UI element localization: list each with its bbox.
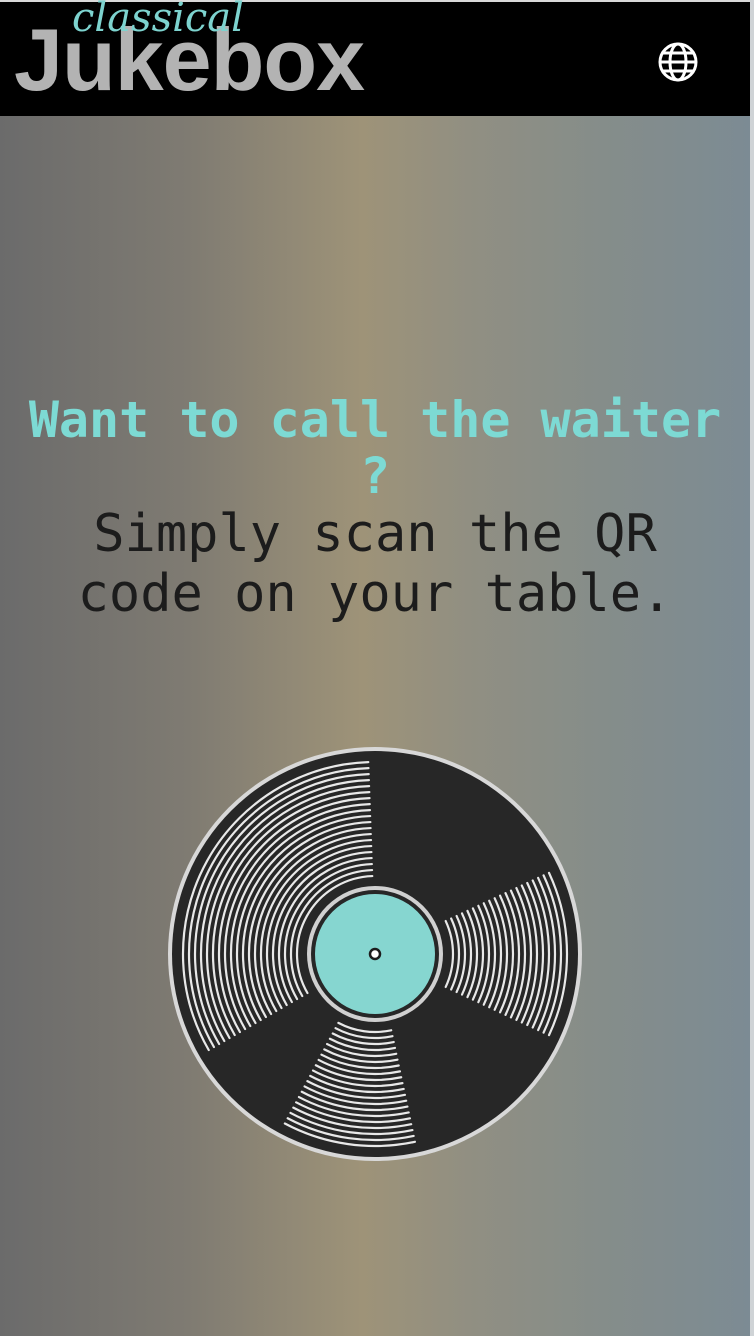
language-button[interactable]: [656, 40, 700, 84]
logo-script-text: classical: [72, 0, 244, 41]
globe-icon: [658, 42, 698, 82]
app-header: Jukebox classical: [0, 0, 750, 116]
headline-instruction: Simply scan the QR code on your table.: [77, 504, 673, 624]
vinyl-record-icon: [168, 747, 582, 1161]
page-edge: [750, 0, 754, 1336]
call-waiter-message: Want to call the waiter ? Simply scan th…: [20, 392, 730, 624]
logo[interactable]: Jukebox classical: [14, 0, 404, 112]
headline-title: Want to call the waiter ?: [28, 391, 722, 505]
